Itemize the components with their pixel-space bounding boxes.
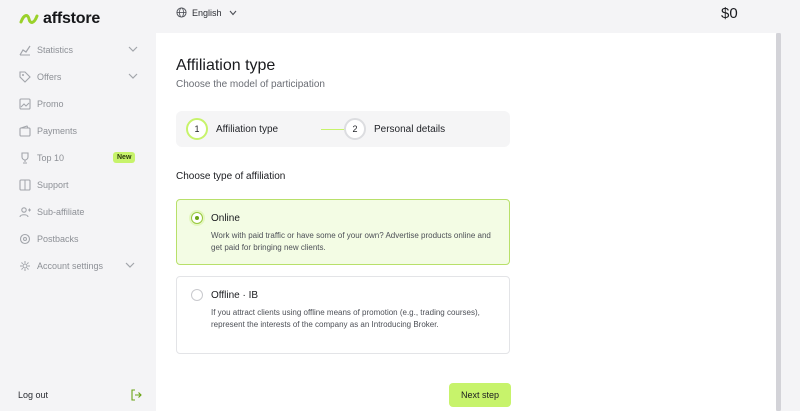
trophy-icon bbox=[19, 151, 31, 164]
step-label: Personal details bbox=[374, 123, 446, 135]
sidebar-item-support[interactable]: Support bbox=[0, 171, 156, 198]
step-personal-details[interactable]: 2 Personal details bbox=[344, 118, 445, 140]
users-icon bbox=[19, 206, 31, 218]
option-description: Work with paid traffic or have some of y… bbox=[211, 231, 491, 252]
radio-online[interactable] bbox=[191, 212, 203, 224]
option-description: If you attract clients using offline mea… bbox=[211, 308, 480, 329]
wallet-icon bbox=[19, 124, 31, 137]
sidebar-item-label: Statistics bbox=[37, 44, 74, 55]
option-title: Online bbox=[211, 213, 240, 224]
sidebar-item-sub-affiliate[interactable]: Sub-affiliate bbox=[0, 198, 156, 225]
logout-label: Log out bbox=[18, 390, 49, 400]
tag-icon bbox=[19, 70, 31, 83]
logout-button[interactable]: Log out bbox=[18, 389, 142, 401]
globe-icon bbox=[176, 7, 187, 18]
sidebar-item-label: Support bbox=[37, 179, 69, 190]
sidebar-nav: Statistics Offers Promo Payments Top 10 … bbox=[0, 36, 156, 279]
page-title: Affiliation type bbox=[176, 57, 276, 74]
sidebar-item-label: Top 10 bbox=[37, 152, 65, 163]
option-offline-ib[interactable]: Offline · IB If you attract clients usin… bbox=[176, 276, 510, 354]
option-title: Offline · IB bbox=[211, 290, 259, 301]
chevron-down-icon bbox=[125, 262, 135, 268]
chevron-down-icon bbox=[128, 73, 138, 79]
section-label: Choose type of affiliation bbox=[176, 171, 286, 182]
sidebar-item-offers[interactable]: Offers bbox=[0, 63, 156, 90]
step-number: 2 bbox=[344, 118, 366, 140]
sidebar-item-label: Promo bbox=[37, 98, 64, 109]
chevron-down-icon bbox=[128, 46, 138, 52]
page-subtitle: Choose the model of participation bbox=[176, 79, 325, 90]
step-affiliation-type[interactable]: 1 Affiliation type bbox=[186, 118, 278, 140]
next-step-button[interactable]: Next step bbox=[449, 383, 511, 407]
sidebar-item-postbacks[interactable]: Postbacks bbox=[0, 225, 156, 252]
sidebar-item-top-10[interactable]: Top 10 New bbox=[0, 144, 156, 171]
step-number: 1 bbox=[186, 118, 208, 140]
sidebar-item-label: Postbacks bbox=[37, 233, 79, 244]
settings-icon bbox=[19, 233, 31, 245]
brand-logo[interactable]: affstore bbox=[19, 10, 100, 28]
step-label: Affiliation type bbox=[216, 123, 279, 135]
affstore-logo-icon bbox=[19, 14, 39, 24]
book-icon bbox=[19, 178, 31, 191]
sidebar-item-promo[interactable]: Promo bbox=[0, 90, 156, 117]
brand-name: affstore bbox=[43, 10, 101, 27]
sidebar-item-statistics[interactable]: Statistics bbox=[0, 36, 156, 63]
sidebar-item-payments[interactable]: Payments bbox=[0, 117, 156, 144]
option-online[interactable]: Online Work with paid traffic or have so… bbox=[176, 199, 510, 265]
new-badge: New bbox=[113, 152, 136, 163]
gear-icon bbox=[19, 260, 31, 272]
image-icon bbox=[19, 97, 31, 110]
chevron-down-icon bbox=[229, 10, 236, 15]
main-panel: Affiliation type Choose the model of par… bbox=[156, 33, 776, 411]
scrollbar-thumb[interactable] bbox=[776, 33, 781, 411]
logout-icon bbox=[131, 389, 142, 401]
sidebar-item-label: Account settings bbox=[37, 260, 104, 271]
language-selector[interactable]: English bbox=[176, 7, 237, 18]
balance-amount: $0 bbox=[721, 5, 738, 22]
sidebar-item-account-settings[interactable]: Account settings bbox=[0, 252, 156, 279]
sidebar-item-label: Sub-affiliate bbox=[37, 206, 85, 217]
bar-chart-icon bbox=[19, 44, 31, 56]
sidebar: affstore Statistics Offers Promo Payment… bbox=[0, 0, 156, 411]
top-bar: English $0 bbox=[156, 0, 800, 33]
language-label: English bbox=[192, 7, 222, 18]
stepper: 1 Affiliation type 2 Personal details bbox=[176, 111, 510, 147]
radio-offline-ib[interactable] bbox=[191, 289, 203, 301]
sidebar-item-label: Offers bbox=[37, 71, 62, 82]
sidebar-item-label: Payments bbox=[37, 125, 78, 136]
